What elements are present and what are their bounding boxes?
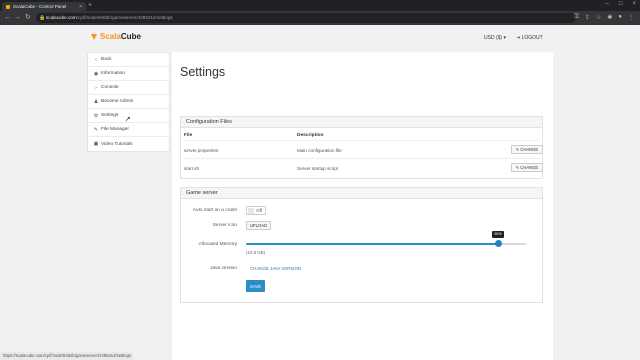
game-server-panel: Game server Auto start on a crash Off Se… — [180, 187, 543, 303]
sidebar-item-label: Become Admin — [101, 99, 134, 104]
server-icon-label: Server icon — [212, 223, 237, 228]
eye-icon: ◉ — [93, 70, 99, 77]
star-icon[interactable]: ☆ — [596, 14, 601, 21]
divider — [183, 140, 540, 141]
file-name: start.sh — [184, 166, 200, 171]
close-window-icon[interactable]: × — [632, 1, 636, 7]
address-bar: ← → ↻ 🔒 scalacube.com/cp/f/node/9462b/ga… — [0, 11, 640, 25]
page-title: Settings — [180, 65, 226, 79]
sidebar: ‹ Back ◉ Information › Console ♟ Become Admi… — [87, 52, 170, 152]
slider-handle[interactable] — [494, 240, 502, 247]
url-host: scalacube.com — [46, 15, 77, 20]
sidebar-item-video-tutorials[interactable]: ▣ Video Tutorials — [88, 137, 169, 151]
sidebar-item-label: Video Tutorials — [101, 141, 133, 147]
new-tab-button[interactable]: + — [88, 2, 92, 10]
divider — [183, 158, 540, 159]
java-version-label: Java version — [210, 266, 237, 271]
currency-select[interactable]: USD ($) ▾ — [484, 35, 506, 41]
sidebar-item-label: Console — [101, 85, 119, 90]
logo-text-scala: Scala — [100, 32, 121, 41]
sidebar-item-information[interactable]: ◉ Information — [88, 67, 169, 81]
url-field[interactable]: 🔒 scalacube.com/cp/f/node/9462b/gameserv… — [36, 13, 576, 23]
reload-icon[interactable]: ↻ — [25, 14, 31, 22]
menu-icon[interactable]: ⋮ — [628, 14, 634, 21]
change-label: CHANGE — [520, 165, 539, 170]
minimize-icon[interactable]: – — [606, 1, 609, 7]
logout-link[interactable]: ⇥ LOGOUT — [516, 35, 543, 41]
sidebar-item-file-manager[interactable]: ✎ File Manager — [88, 123, 169, 137]
auto-start-toggle[interactable]: Off — [246, 206, 266, 215]
forward-arrow-icon[interactable]: → — [14, 14, 21, 22]
allocated-memory-label: Allocated Memory — [198, 242, 237, 247]
panel-heading: Configuration Files — [181, 117, 542, 128]
sidebar-item-console[interactable]: › Console — [88, 81, 169, 95]
toolbar-icons: ⚿ ⇪ ☆ ✱ ● ⋮ — [574, 14, 634, 21]
logo-icon — [91, 33, 97, 40]
video-icon: ▣ — [93, 141, 99, 147]
profile-icon[interactable]: ● — [618, 14, 622, 21]
file-description: Main configuration file — [297, 148, 342, 153]
back-arrow-icon[interactable]: ← — [4, 14, 11, 22]
window-controls: – □ × — [606, 1, 636, 7]
pencil-icon: ✎ — [515, 147, 520, 152]
url-path: /cp/f/node/9462b/gameserver/4285314/sett… — [76, 15, 173, 20]
user-icon: ♟ — [93, 98, 99, 105]
logout-label: LOGOUT — [521, 35, 543, 41]
maximize-icon[interactable]: □ — [619, 1, 623, 7]
memory-value: (10.8 GB) — [246, 250, 266, 255]
panel-heading: Game server — [181, 188, 542, 199]
upload-button[interactable]: UPLOAD — [246, 221, 271, 230]
configuration-files-panel: Configuration Files File Description ser… — [180, 116, 543, 179]
slider-tooltip: 90% — [492, 231, 504, 238]
file-name: server.properties — [184, 148, 219, 153]
sidebar-item-label: Back — [101, 57, 112, 62]
auto-start-label: Auto start on a crash — [192, 208, 237, 213]
file-description: Server startup script — [297, 166, 339, 171]
logo[interactable]: Scala Cube — [91, 32, 141, 41]
change-java-version-link[interactable]: CHANGE JAVA VERSION — [250, 266, 301, 271]
column-header-file: File — [184, 133, 193, 138]
change-label: CHANGE — [520, 147, 539, 152]
change-button[interactable]: ✎ CHANGE — [511, 145, 543, 154]
sidebar-item-become-admin[interactable]: ♟ Become Admin — [88, 95, 169, 109]
sidebar-item-label: Settings — [101, 113, 119, 118]
terminal-icon: › — [95, 84, 97, 91]
toggle-state: Off — [256, 208, 262, 213]
main-content: Settings Configuration Files File Descri… — [172, 52, 553, 360]
lock-icon: 🔒 — [39, 15, 46, 21]
save-button[interactable]: SAVE — [246, 280, 265, 292]
sidebar-item-label: Information — [101, 71, 125, 76]
extensions-icon[interactable]: ✱ — [607, 14, 612, 21]
chevron-left-icon: ‹ — [95, 56, 97, 63]
favicon-icon — [6, 4, 10, 9]
close-tab-icon[interactable]: × — [79, 4, 82, 10]
slider-fill — [246, 243, 498, 245]
pencil-icon: ✎ — [515, 165, 520, 170]
key-icon[interactable]: ⚿ — [574, 14, 579, 21]
browser-tab[interactable]: ScalaCube - Control Panel × — [2, 2, 86, 11]
status-bar-url: https://scalacube.com/cp/f/node/9462b/ga… — [0, 352, 135, 360]
change-button[interactable]: ✎ CHANGE — [511, 163, 543, 172]
page: Scala Cube USD ($) ▾ ⇥ LOGOUT ‹ Back ◉ Info… — [0, 25, 640, 360]
edit-icon: ✎ — [93, 126, 99, 133]
mouse-pointer-icon: ➚ — [125, 116, 131, 123]
memory-slider[interactable]: 90% — [246, 231, 526, 247]
logo-text-cube: Cube — [120, 32, 141, 41]
toggle-knob — [248, 208, 254, 214]
share-icon[interactable]: ⇪ — [585, 14, 590, 21]
sidebar-item-back[interactable]: ‹ Back — [88, 53, 169, 67]
tab-title: ScalaCube - Control Panel — [13, 4, 67, 9]
column-header-description: Description — [297, 133, 324, 138]
gear-icon: ⚙ — [93, 112, 99, 119]
sidebar-item-label: File Manager — [101, 127, 129, 132]
browser-tabbar: ScalaCube - Control Panel × + – □ × — [0, 0, 640, 11]
